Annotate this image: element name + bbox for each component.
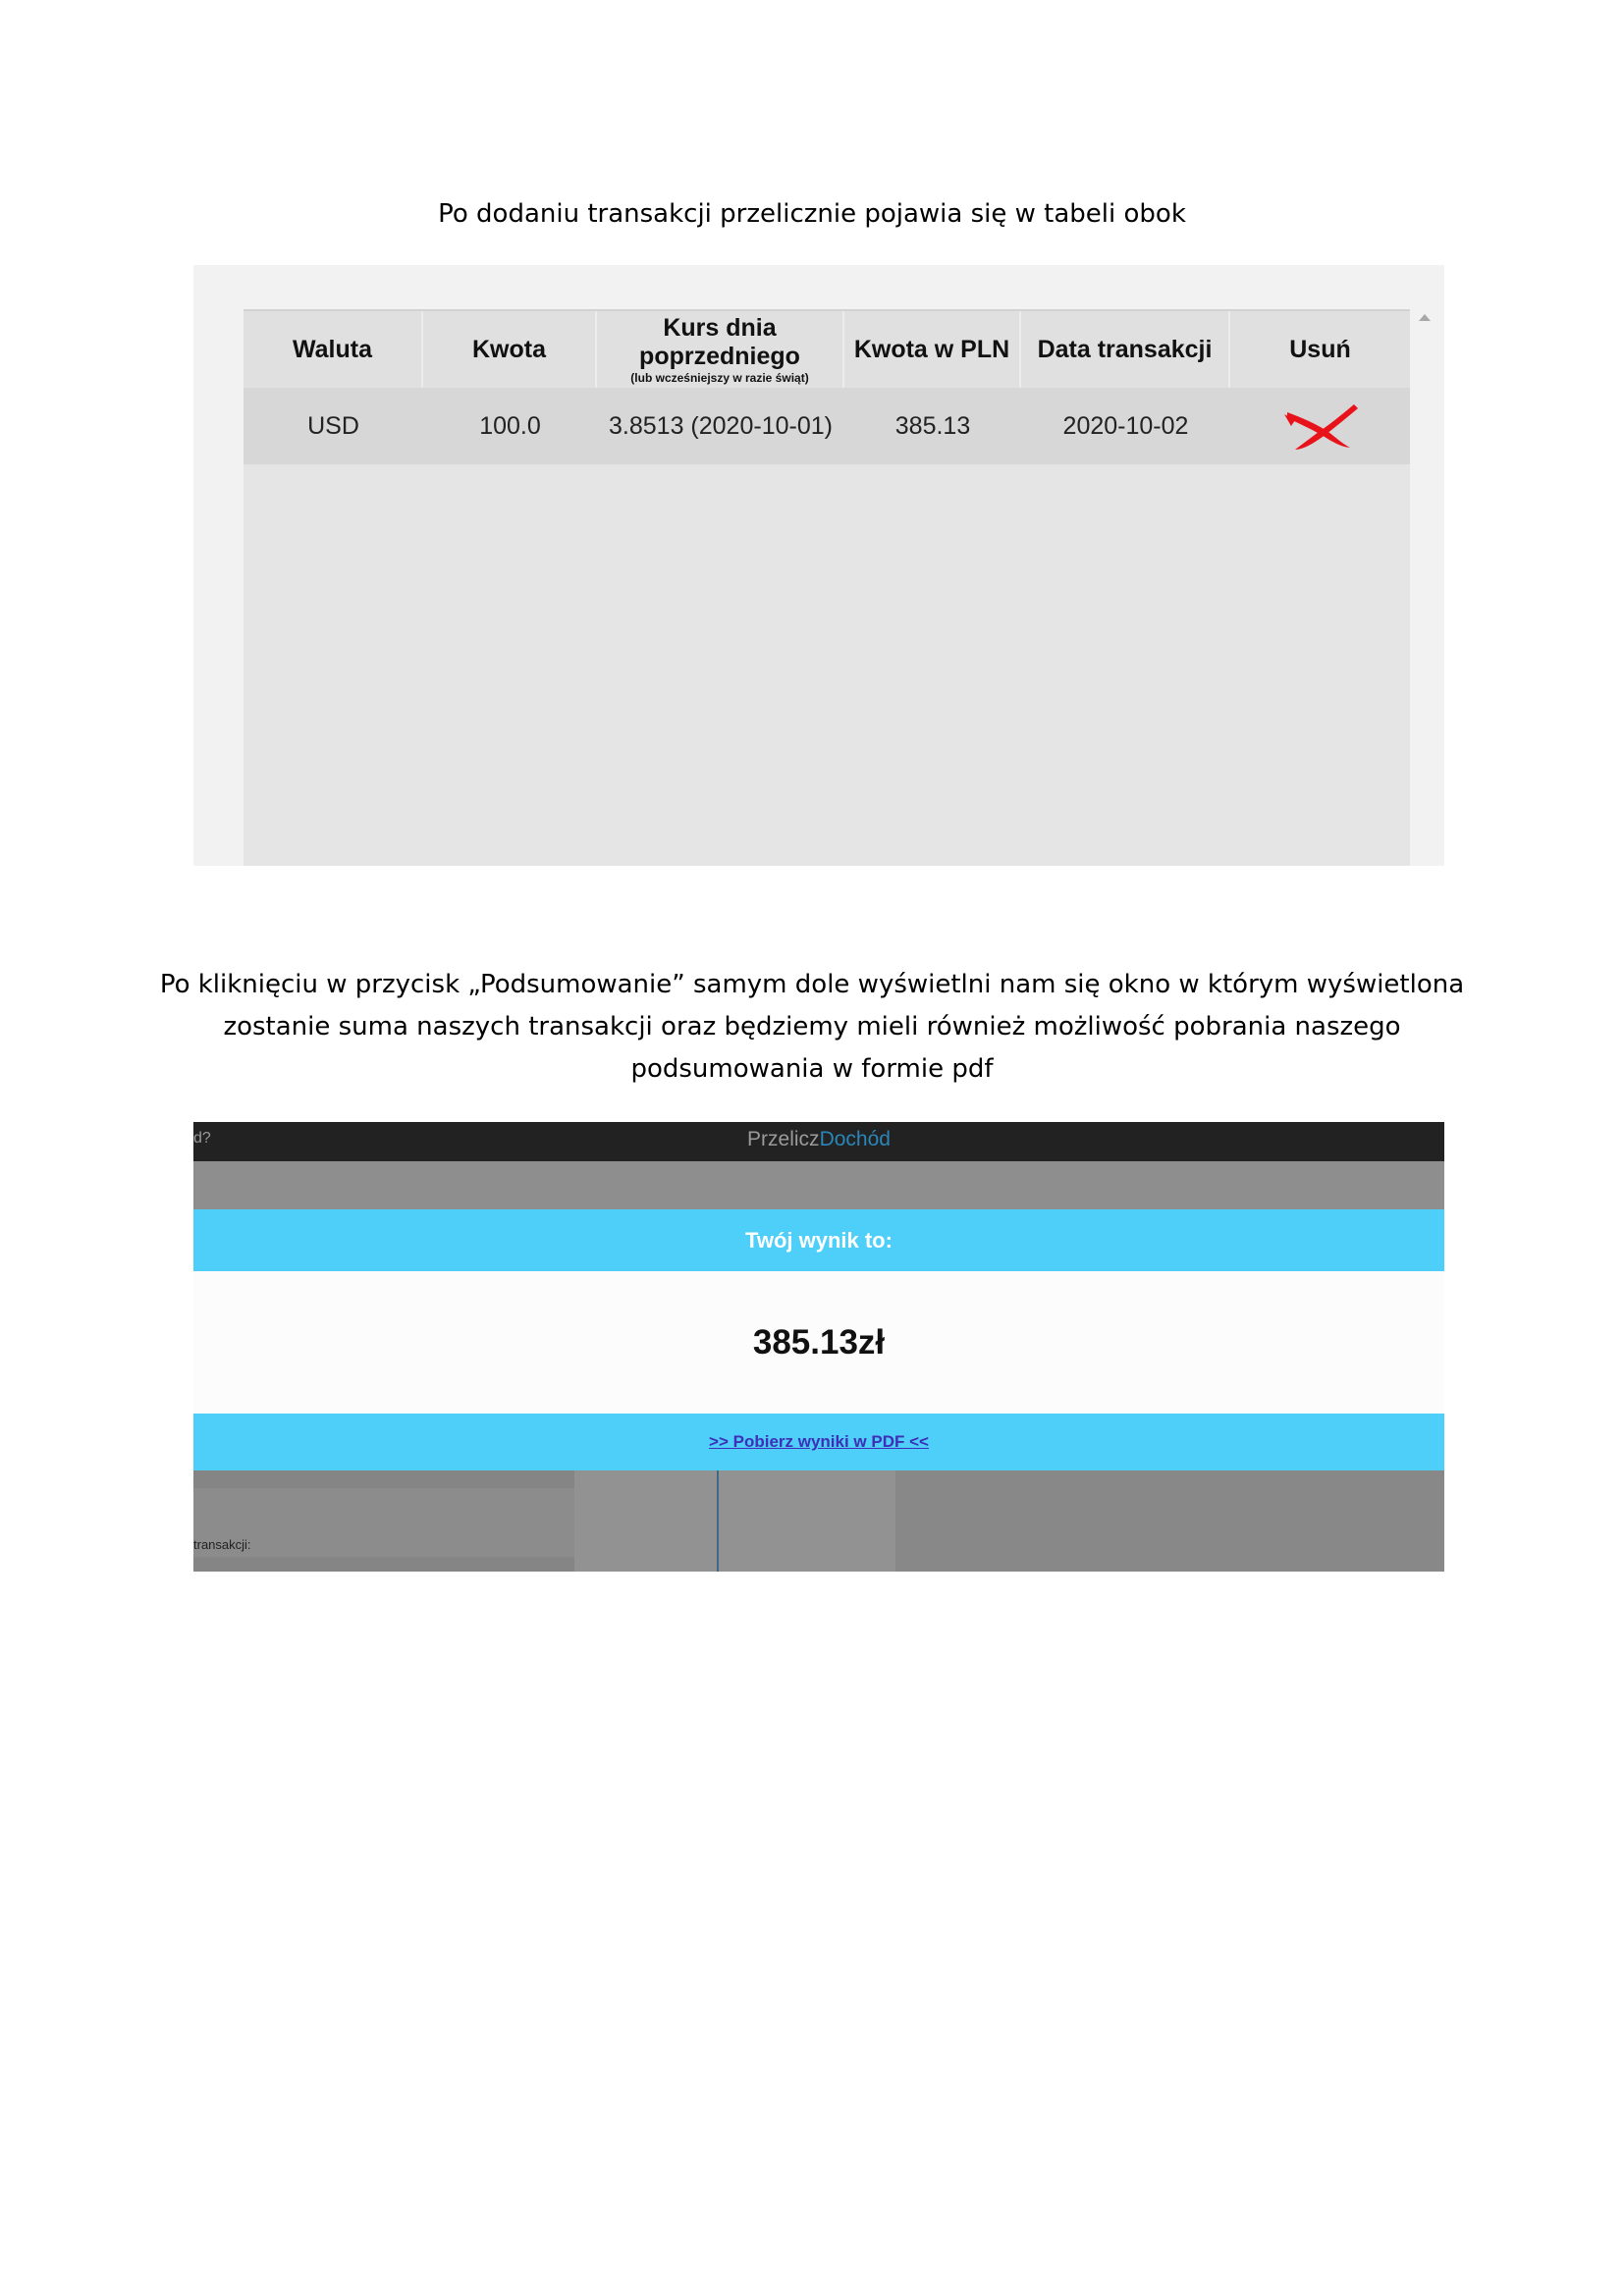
scroll-up-arrow-icon[interactable]: [1419, 314, 1431, 321]
table-row: USD 100.0 3.8513 (2020-10-01) 385.13 202…: [244, 388, 1410, 464]
background-block: [895, 1470, 1444, 1572]
delete-button[interactable]: [1230, 388, 1410, 464]
summary-screenshot: d? PrzeliczDochód Twój wynik to: 385.13z…: [193, 1122, 1444, 1572]
header-rate-main: Kurs dnia poprzedniego: [639, 314, 800, 370]
summary-description-text: Po kliknięciu w przycisk „Podsumowanie” …: [159, 970, 1465, 1084]
transactions-table: Waluta Kwota Kurs dnia poprzedniego (lub…: [244, 309, 1410, 866]
header-rate: Kurs dnia poprzedniego (lub wcześniejszy…: [597, 311, 844, 388]
cell-rate: 3.8513 (2020-10-01): [609, 411, 833, 440]
background-block: [574, 1470, 717, 1572]
transactions-screenshot: Waluta Kwota Kurs dnia poprzedniego (lub…: [193, 265, 1444, 866]
cell-amount: 100.0: [479, 411, 541, 440]
header-date: Data transakcji: [1021, 311, 1230, 388]
result-value: 385.13zł: [193, 1271, 1444, 1414]
header-amount: Kwota: [423, 311, 597, 388]
intro-text: Po dodaniu transakcji przelicznie pojawi…: [438, 199, 1186, 229]
background-field: [193, 1557, 574, 1572]
background-label: transakcji:: [193, 1537, 251, 1552]
result-footer: >> Pobierz wyniki w PDF <<: [193, 1414, 1444, 1470]
cell-date: 2020-10-02: [1062, 411, 1189, 440]
result-title: Twój wynik to:: [193, 1209, 1444, 1271]
header-amount-pln: Kwota w PLN: [844, 311, 1021, 388]
brand-part2: Dochód: [819, 1128, 891, 1150]
cell-currency: USD: [307, 411, 359, 440]
cell-amount-pln: 385.13: [894, 411, 971, 440]
background-field: [193, 1470, 574, 1488]
background-form-area: transakcji:: [193, 1470, 1444, 1572]
download-pdf-link[interactable]: >> Pobierz wyniki w PDF <<: [709, 1432, 929, 1452]
app-topbar: d? PrzeliczDochód: [193, 1122, 1444, 1161]
background-block: [719, 1470, 895, 1572]
overlay-band: [193, 1161, 1444, 1209]
brand-logo[interactable]: PrzeliczDochód: [193, 1128, 1444, 1151]
table-header: Waluta Kwota Kurs dnia poprzedniego (lub…: [244, 309, 1410, 388]
brand-part1: Przelicz: [747, 1128, 820, 1150]
red-x-icon[interactable]: [1281, 400, 1360, 452]
header-rate-note: (lub wcześniejszy w razie świąt): [630, 371, 809, 385]
header-currency: Waluta: [244, 311, 423, 388]
header-delete: Usuń: [1289, 335, 1351, 363]
